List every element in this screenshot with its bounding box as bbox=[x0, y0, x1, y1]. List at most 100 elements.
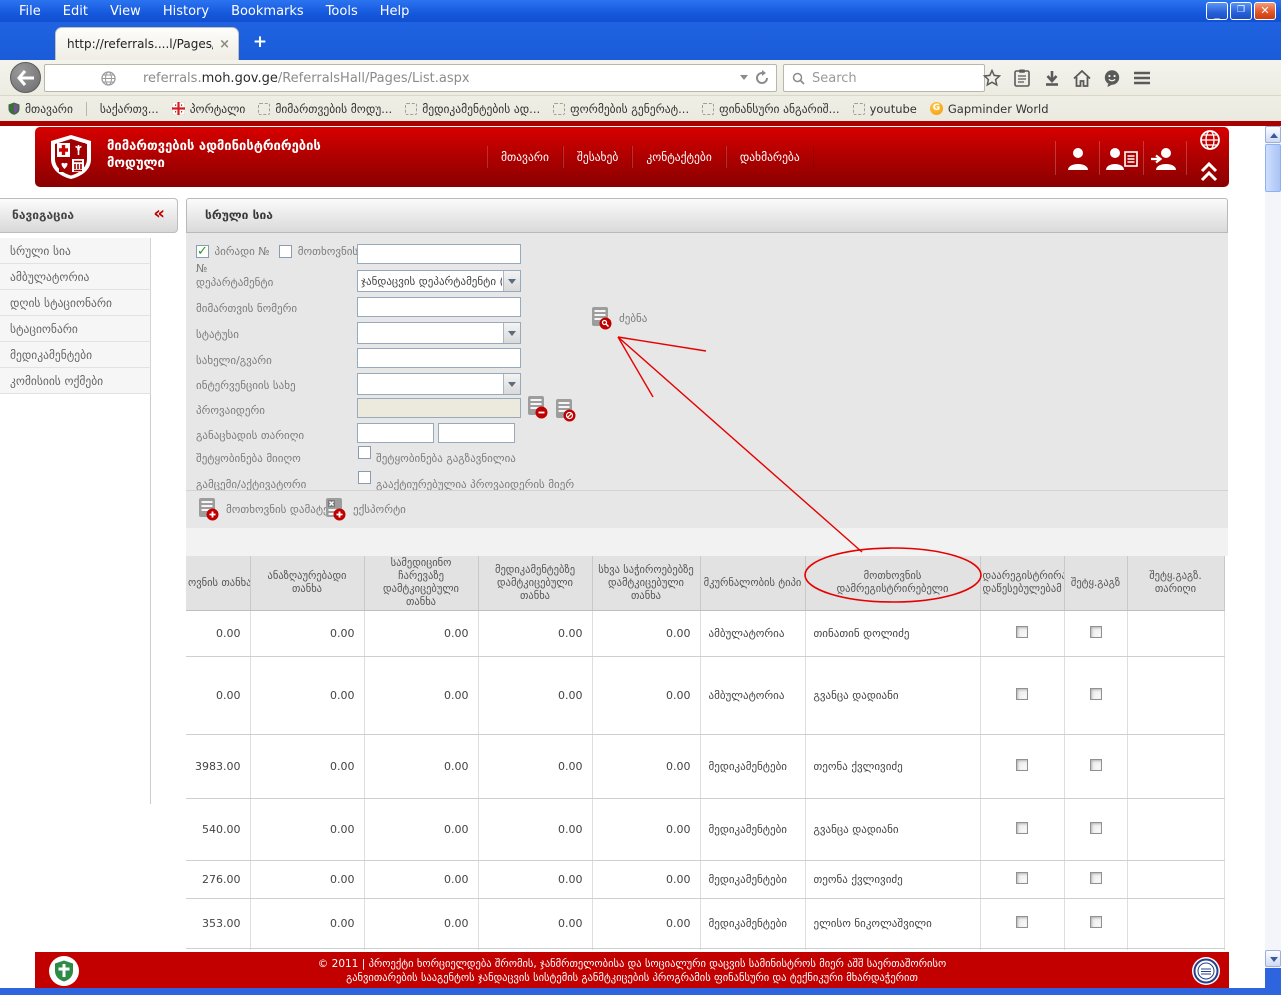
department-select[interactable]: ჯანდაცვის დეპარტამენტი (მე bbox=[357, 270, 521, 292]
user-profile-icon[interactable] bbox=[1055, 141, 1099, 175]
provider-select-button[interactable] bbox=[527, 395, 548, 419]
cell-medicines-approved: 0.00 bbox=[478, 657, 592, 735]
row-checkbox[interactable] bbox=[1016, 759, 1028, 771]
bookmark-item[interactable]: მიმართვების მოდუ... bbox=[258, 102, 392, 116]
row-checkbox[interactable] bbox=[1016, 688, 1028, 700]
browser-tab[interactable]: http://referrals....l/Pages/List.aspx × bbox=[55, 27, 239, 60]
row-checkbox[interactable] bbox=[1090, 916, 1102, 928]
nav-home[interactable]: მთავარი bbox=[487, 146, 563, 168]
downloads-icon[interactable] bbox=[1042, 68, 1062, 88]
nav-about[interactable]: შესახებ bbox=[563, 146, 632, 168]
activated-checkbox[interactable] bbox=[358, 471, 371, 484]
row-checkbox[interactable] bbox=[1090, 759, 1102, 771]
sidebar-item-full-list[interactable]: სრული სია bbox=[0, 238, 151, 264]
hamburger-menu-icon[interactable] bbox=[1132, 68, 1152, 88]
reload-icon[interactable] bbox=[754, 70, 770, 86]
new-tab-button[interactable]: + bbox=[248, 32, 272, 54]
table-row[interactable]: 540.00 0.00 0.00 0.00 0.00 მედიკამენტები… bbox=[186, 799, 1224, 861]
language-globe-icon[interactable] bbox=[1199, 129, 1221, 151]
sidebar-item-commission[interactable]: კომისიის ოქმები bbox=[0, 368, 151, 394]
back-arrow-icon bbox=[16, 70, 36, 86]
bookmark-item[interactable]: ფორმების გენერატ... bbox=[553, 102, 689, 116]
personal-no-checkbox[interactable] bbox=[196, 245, 209, 258]
intervention-select[interactable] bbox=[357, 373, 521, 395]
cell-registered-by-institution bbox=[980, 735, 1064, 799]
menu-edit[interactable]: Edit bbox=[52, 2, 99, 21]
table-row[interactable]: 353.00 0.00 0.00 0.00 0.00 მედიკამენტები… bbox=[186, 899, 1224, 949]
search-input[interactable] bbox=[812, 71, 962, 86]
bookmark-item[interactable]: youtube bbox=[853, 102, 917, 116]
sidebar-item-medicines[interactable]: მედიკამენტები bbox=[0, 342, 151, 368]
sidebar-item-hospital[interactable]: სტაციონარი bbox=[0, 316, 151, 342]
menu-tools[interactable]: Tools bbox=[315, 2, 369, 21]
user-logout-icon[interactable] bbox=[1143, 141, 1187, 175]
row-checkbox[interactable] bbox=[1016, 822, 1028, 834]
buttons-divider bbox=[186, 490, 1228, 491]
menu-history[interactable]: History bbox=[152, 2, 220, 21]
default-favicon-icon bbox=[553, 103, 565, 115]
table-row[interactable]: 3983.00 0.00 0.00 0.00 0.00 მედიკამენტებ… bbox=[186, 735, 1224, 799]
bookmark-item[interactable]: მედიკამენტების ად... bbox=[405, 102, 540, 116]
status-select[interactable] bbox=[357, 322, 521, 344]
minimize-button[interactable]: _ bbox=[1206, 2, 1228, 20]
bookmark-item[interactable]: საქართვ... bbox=[100, 102, 159, 116]
provider-pick-icon bbox=[527, 395, 548, 419]
scroll-up-button[interactable] bbox=[1265, 126, 1281, 143]
add-request-button[interactable]: მოთხოვნის დამატება bbox=[198, 497, 340, 521]
row-checkbox[interactable] bbox=[1090, 688, 1102, 700]
nav-contacts[interactable]: კონტაქტები bbox=[632, 146, 725, 168]
row-checkbox[interactable] bbox=[1016, 916, 1028, 928]
personal-no-input[interactable] bbox=[357, 244, 521, 264]
user-list-icon[interactable] bbox=[1099, 141, 1143, 175]
close-button[interactable]: ✕ bbox=[1254, 2, 1276, 20]
url-dropdown-icon[interactable] bbox=[740, 75, 748, 80]
cell-treatment-type bbox=[700, 949, 805, 951]
notify-sent-checkbox[interactable] bbox=[358, 446, 371, 459]
date-to-input[interactable] bbox=[438, 423, 515, 443]
menu-help[interactable]: Help bbox=[369, 2, 421, 21]
row-checkbox[interactable] bbox=[1090, 872, 1102, 884]
bookmark-item[interactable]: GGapminder World bbox=[930, 102, 1049, 116]
scrollbar[interactable] bbox=[1265, 126, 1281, 988]
menu-bookmarks[interactable]: Bookmarks bbox=[220, 2, 315, 21]
menu-view[interactable]: View bbox=[99, 2, 152, 21]
toolbar-icons bbox=[982, 60, 1152, 96]
chat-icon[interactable] bbox=[1102, 68, 1122, 88]
tab-close-icon[interactable]: × bbox=[219, 37, 230, 52]
cell-medical-approved: 0.00 bbox=[364, 611, 478, 657]
sidebar-collapse-icon[interactable]: « bbox=[153, 203, 165, 224]
provider-clear-button[interactable] bbox=[555, 398, 576, 422]
export-button[interactable]: ექსპორტი bbox=[325, 497, 406, 521]
maximize-button[interactable]: ❒ bbox=[1230, 2, 1252, 20]
table-row[interactable]: 0.00 0.00 0.00 0.00 0.00 ამბულატორია თინ… bbox=[186, 611, 1224, 657]
name-input[interactable] bbox=[357, 348, 521, 368]
table-row[interactable]: 276.00 0.00 0.00 0.00 0.00 მედიკამენტები… bbox=[186, 861, 1224, 899]
menu-file[interactable]: File bbox=[8, 2, 52, 21]
scroll-thumb[interactable] bbox=[1265, 144, 1281, 192]
bookmarks-panel-icon[interactable] bbox=[1012, 68, 1032, 88]
nav-help[interactable]: დახმარება bbox=[726, 146, 814, 168]
row-checkbox[interactable] bbox=[1090, 822, 1102, 834]
sidebar-item-day-hospital[interactable]: დღის სტაციონარი bbox=[0, 290, 151, 316]
back-button[interactable] bbox=[10, 62, 41, 93]
request-no-checkbox[interactable] bbox=[279, 245, 292, 258]
cell-treatment-type: მედიკამენტები bbox=[700, 735, 805, 799]
row-checkbox[interactable] bbox=[1016, 626, 1028, 638]
home-icon[interactable] bbox=[1072, 68, 1092, 88]
col-medical-approved: სამედიცინო ჩარევაზე დამტკიცებული თანხა bbox=[364, 556, 478, 611]
referral-no-input[interactable] bbox=[357, 297, 521, 317]
bookmark-item[interactable]: მთავარი bbox=[8, 102, 73, 116]
bookmark-item[interactable]: ფინანსური ანგარიშ... bbox=[702, 102, 839, 116]
table-row[interactable]: 0.00 0.00 0.00 0.00 0.00 ამბულატორია გვა… bbox=[186, 657, 1224, 735]
sidebar-item-ambulatory[interactable]: ამბულატორია bbox=[0, 264, 151, 290]
date-from-input[interactable] bbox=[357, 423, 434, 443]
row-checkbox[interactable] bbox=[1016, 872, 1028, 884]
table-row[interactable]: 5933.00 0.00 0.00 0.00 0.00 bbox=[186, 949, 1224, 951]
row-checkbox[interactable] bbox=[1090, 626, 1102, 638]
bookmark-item[interactable]: პორტალი bbox=[172, 102, 246, 116]
search-button[interactable]: ძებნა bbox=[591, 306, 647, 330]
collapse-header-icon[interactable] bbox=[1199, 161, 1219, 183]
scroll-down-button[interactable] bbox=[1265, 950, 1281, 967]
url-bar[interactable]: referrals.moh.gov.ge/ReferralsHall/Pages… bbox=[44, 64, 777, 92]
bookmark-star-icon[interactable] bbox=[982, 68, 1002, 88]
